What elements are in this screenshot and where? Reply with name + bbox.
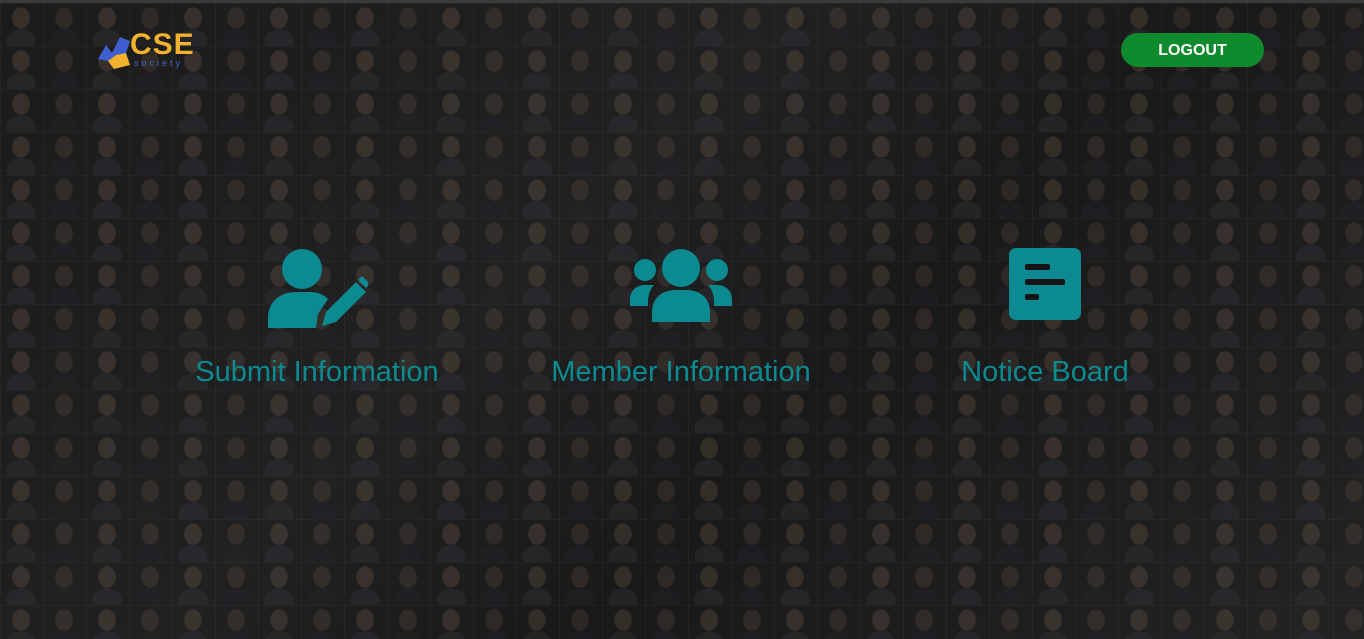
logo-text: CSE <box>130 28 195 61</box>
cse-society-logo[interactable]: CSE society <box>96 29 208 73</box>
users-group-icon <box>630 249 732 322</box>
logo-subtext: society <box>134 58 184 68</box>
submit-information-label: Submit Information <box>195 356 439 388</box>
main-menu: Submit Information Member Information No… <box>0 248 1364 398</box>
member-information-label: Member Information <box>551 356 811 388</box>
notice-board-label: Notice Board <box>961 356 1129 388</box>
notice-board-icon <box>1009 248 1081 320</box>
page: CSE society LOGOUT Submit Information Me <box>0 0 1364 639</box>
member-information-card[interactable]: Member Information <box>531 248 831 398</box>
user-edit-icon <box>268 249 368 328</box>
submit-information-card[interactable]: Submit Information <box>167 248 467 398</box>
logo-crown-icon <box>98 37 130 69</box>
logout-button[interactable]: LOGOUT <box>1121 33 1264 67</box>
notice-board-card[interactable]: Notice Board <box>895 248 1195 398</box>
